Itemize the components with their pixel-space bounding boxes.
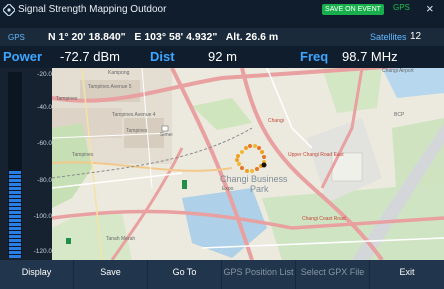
gps-position-list-button[interactable]: GPS Position List — [222, 260, 296, 289]
window-title: Signal Strength Mapping Outdoor — [18, 4, 167, 15]
map-label: Simei — [160, 132, 173, 138]
signal-strength-app: Signal Strength Mapping Outdoor SAVE ON … — [0, 0, 444, 289]
gps-status-indicator: GPS — [393, 3, 410, 12]
title-bar: Signal Strength Mapping Outdoor SAVE ON … — [0, 0, 444, 28]
map-label: Changi — [268, 118, 284, 124]
map-label: Tampines — [56, 96, 78, 102]
map-label: Tampines Avenue 5 — [88, 84, 132, 90]
map-label: Tampines — [72, 152, 94, 158]
distance-label: Dist — [150, 49, 175, 64]
select-gpx-file-button[interactable]: Select GPX File — [296, 260, 370, 289]
power-label: Power — [3, 49, 43, 64]
level-bar-panel: -20.0 -40.0 -60.0 -80.0 -100.0 -120.0 — [0, 68, 52, 260]
gps-coordinates: N 1° 20' 18.840" E 103° 58' 4.932" Alt. … — [48, 31, 278, 43]
altitude-value: Alt. 26.6 m — [225, 31, 279, 43]
level-tick: -100.0 — [33, 213, 52, 220]
map-label: Tampines — [126, 128, 148, 134]
map-graphics — [52, 68, 444, 260]
frequency-value: 98.7 MHz — [342, 49, 398, 64]
save-on-event-badge[interactable]: SAVE ON EVENT — [322, 4, 384, 15]
measurement-row: Power -72.7 dBm Dist 92 m Freq 98.7 MHz — [0, 46, 444, 68]
power-value: -72.7 dBm — [60, 49, 120, 64]
exit-button[interactable]: Exit — [370, 260, 444, 289]
map-label: Kampong — [108, 70, 130, 76]
level-tick: -60.0 — [37, 140, 52, 147]
map-label: Expo — [222, 186, 234, 192]
map-view[interactable]: Kampong Tampines Avenue 5 Tampines Tampi… — [52, 68, 444, 260]
map-label: Tanah Merah — [106, 236, 136, 242]
longitude-value: E 103° 58' 4.932" — [134, 31, 218, 43]
map-label: Changi Coast Road — [302, 216, 346, 222]
gps-info-row: GPS N 1° 20' 18.840" E 103° 58' 4.932" A… — [0, 28, 444, 46]
map-label: BCP — [394, 112, 405, 118]
satellites-label: Satellites — [370, 32, 407, 42]
satellites-count: 12 — [410, 31, 422, 42]
level-tick: -40.0 — [37, 104, 52, 111]
level-tick: -20.0 — [37, 71, 52, 78]
map-label: Upper Changi Road East — [288, 152, 344, 158]
latitude-value: N 1° 20' 18.840" — [48, 31, 126, 43]
frequency-label: Freq — [300, 49, 329, 64]
gps-label: GPS — [8, 33, 25, 42]
goto-button[interactable]: Go To — [148, 260, 222, 289]
map-label: Tampines Avenue 4 — [112, 112, 156, 118]
level-tick: -120.0 — [33, 248, 52, 255]
close-icon[interactable]: × — [426, 2, 434, 15]
app-icon — [3, 4, 15, 16]
map-label: Changi Airport — [382, 68, 414, 74]
current-position-marker — [261, 162, 267, 168]
distance-value: 92 m — [208, 49, 237, 64]
save-button[interactable]: Save — [74, 260, 148, 289]
level-tick: -80.0 — [37, 177, 52, 184]
display-button[interactable]: Display — [0, 260, 74, 289]
map-label: Changi Business — [220, 174, 288, 184]
level-bar-fill — [9, 170, 21, 258]
softkey-bar: Display Save Go To GPS Position List Sel… — [0, 260, 444, 289]
map-label: Park — [250, 184, 269, 194]
